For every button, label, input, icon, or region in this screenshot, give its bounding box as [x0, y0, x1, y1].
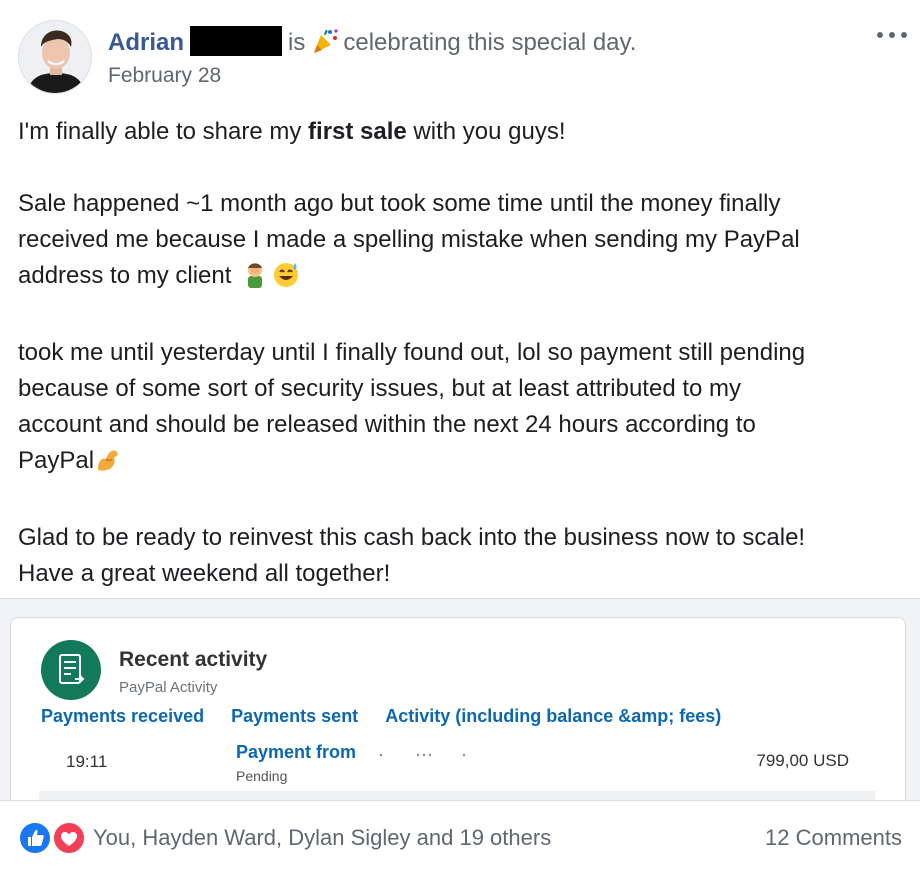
author-avatar[interactable]: [18, 20, 92, 94]
transaction-description[interactable]: Payment from: [236, 742, 356, 763]
paypal-screenshot-card[interactable]: Recent activity PayPal Activity Payments…: [10, 617, 906, 800]
post-body: I'm finally able to share my first sale …: [18, 114, 908, 592]
reaction-icons[interactable]: [18, 821, 88, 855]
more-options-button[interactable]: [874, 22, 910, 46]
post-date[interactable]: February 28: [108, 64, 221, 88]
text-line: because of some sort of security issues,…: [18, 375, 742, 402]
text-line: took me until yesterday until I finally …: [18, 339, 806, 366]
text-line: received me because I made a spelling mi…: [18, 226, 800, 253]
love-reaction-icon: [52, 821, 86, 855]
text-line: Glad to be ready to reinvest this cash b…: [18, 524, 806, 551]
facepalm-emoji-icon: [242, 260, 268, 299]
paragraph-4: Glad to be ready to reinvest this cash b…: [18, 520, 908, 592]
tab-payments-sent[interactable]: Payments sent: [231, 706, 358, 727]
paragraph-2: Sale happened ~1 month ago but took some…: [18, 186, 908, 299]
paragraph-3: took me until yesterday until I finally …: [18, 335, 908, 484]
paragraph-1: I'm finally able to share my first sale …: [18, 114, 908, 150]
more-dot-icon: [901, 32, 907, 38]
text-line: PayPal: [18, 447, 95, 474]
activity-document-icon: [41, 640, 101, 700]
activity-subtitle: PayPal Activity: [119, 679, 218, 696]
more-dot-icon: [877, 32, 883, 38]
transaction-amount: 799,00 USD: [756, 751, 849, 770]
tab-payments-received[interactable]: Payments received: [41, 706, 204, 727]
flexed-biceps-emoji-icon: [94, 445, 122, 484]
redaction-bar: [190, 26, 283, 56]
activity-text: celebrating this special day.: [343, 29, 637, 56]
text-line: Sale happened ~1 month ago but took some…: [18, 190, 781, 217]
party-popper-icon: [311, 27, 339, 64]
text-line: account and should be released within th…: [18, 411, 756, 438]
bold-text: first sale: [308, 118, 407, 145]
text-line: Have a great weekend all together!: [18, 560, 391, 587]
redacted-name: [376, 744, 466, 757]
text-segment: with you guys!: [406, 118, 566, 145]
author-name[interactable]: Adrian: [108, 29, 184, 56]
transaction-time: 19:11: [66, 752, 108, 771]
text-line: address to my client: [18, 262, 232, 289]
row-separator: [39, 791, 875, 800]
reaction-summary[interactable]: You, Hayden Ward, Dylan Sigley and 19 ot…: [93, 825, 551, 851]
grinning-sweat-emoji-icon: [272, 260, 300, 299]
transaction-status: Pending: [236, 768, 288, 784]
post-footer: You, Hayden Ward, Dylan Sigley and 19 ot…: [0, 801, 920, 874]
comments-count-link[interactable]: 12 Comments: [765, 825, 902, 851]
text-segment: I'm finally able to share my: [18, 118, 309, 145]
like-reaction-icon: [18, 821, 52, 855]
activity-prefix: is: [288, 29, 306, 56]
activity-tabs: Payments received Payments sent Activity…: [41, 706, 743, 727]
more-dot-icon: [889, 32, 895, 38]
activity-title: Recent activity: [119, 648, 268, 671]
tab-activity-all[interactable]: Activity (including balance &amp; fees): [385, 706, 721, 727]
post-header: Adrian is celebrating this special day. Fe…: [0, 0, 920, 110]
author-line: Adrian is celebrating this special day.: [108, 26, 636, 64]
